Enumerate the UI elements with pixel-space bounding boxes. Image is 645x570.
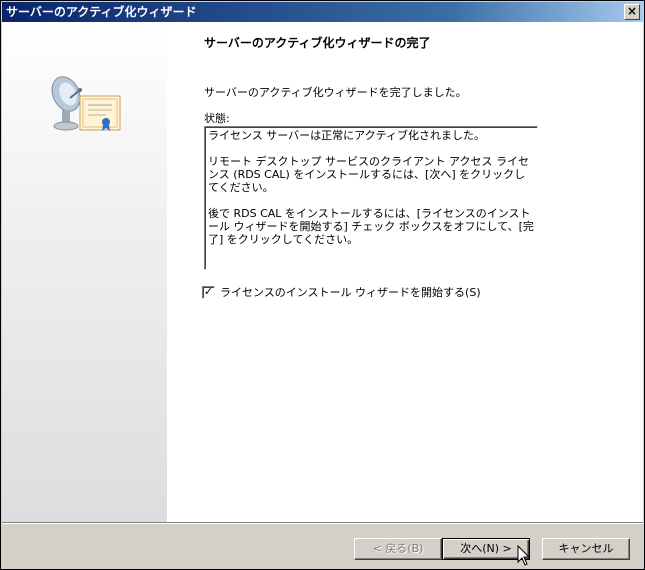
completion-description: サーバーのアクティブ化ウィザードを完了しました。 <box>204 86 467 99</box>
title-bar[interactable]: サーバーのアクティブ化ウィザード × <box>2 2 643 22</box>
cancel-button[interactable]: キャンセル <box>542 538 630 560</box>
status-label: 状態: <box>204 112 230 125</box>
back-button[interactable]: < 戻る(B) <box>354 538 442 560</box>
status-line: 後で RDS CAL をインストールするには、[ライセンスのインストール ウィザ… <box>208 207 534 246</box>
satellite-certificate-icon <box>51 76 121 131</box>
window-title: サーバーのアクティブ化ウィザード <box>6 5 197 19</box>
mouse-pointer-icon <box>517 545 531 566</box>
status-line: リモート デスクトップ サービスのクライアント アクセス ライセンス (RDS … <box>208 155 529 194</box>
wizard-content: サーバーのアクティブ化ウィザードの完了 サーバーのアクティブ化ウィザードを完了し… <box>2 22 643 522</box>
page-title: サーバーのアクティブ化ウィザードの完了 <box>204 36 431 50</box>
start-install-wizard-option[interactable]: ✓ ライセンスのインストール ウィザードを開始する(S) <box>202 284 481 300</box>
button-bar: < 戻る(B) 次へ(N) > キャンセル <box>2 522 643 569</box>
status-text-box[interactable]: ライセンス サーバーは正常にアクティブ化されました。 リモート デスクトップ サ… <box>204 126 538 270</box>
wizard-window: サーバーのアクティブ化ウィザード × サーバーのアクティブ化ウィザードの完了 サ… <box>0 0 645 570</box>
check-icon: ✓ <box>203 284 214 298</box>
close-button[interactable]: × <box>624 4 640 20</box>
status-line: ライセンス サーバーは正常にアクティブ化されました。 <box>208 129 485 142</box>
wizard-side-panel <box>2 22 167 522</box>
close-icon: × <box>626 4 638 18</box>
checkbox-label: ライセンスのインストール ウィザードを開始する(S) <box>220 286 481 299</box>
start-install-wizard-checkbox[interactable]: ✓ <box>202 284 215 299</box>
